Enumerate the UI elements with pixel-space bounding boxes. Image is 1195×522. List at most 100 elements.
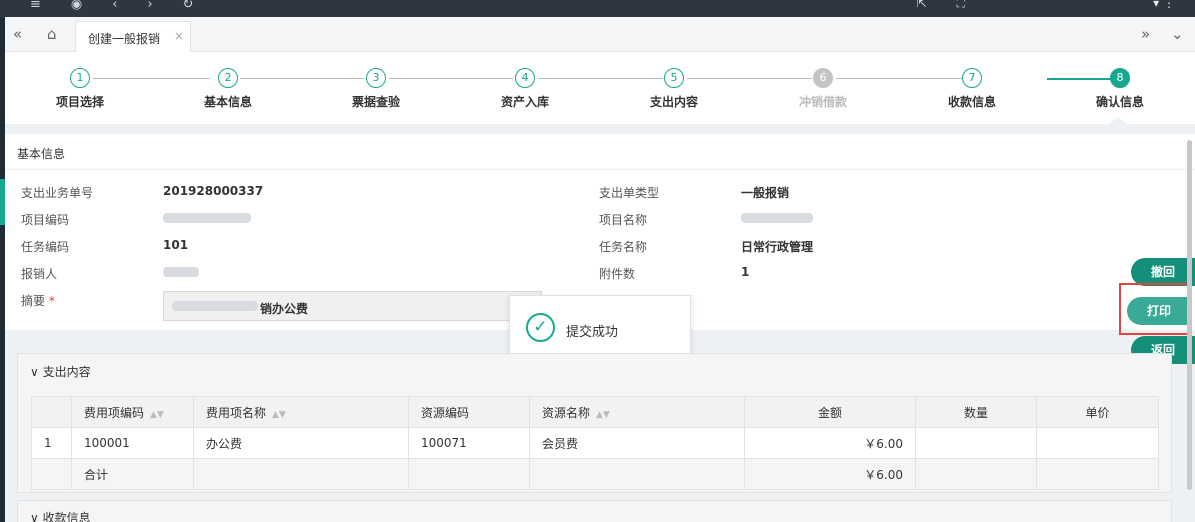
total-blank bbox=[193, 458, 409, 490]
step-label: 票据查验 bbox=[351, 95, 400, 109]
expense-section-header[interactable]: ∨ 支出内容 bbox=[30, 363, 91, 380]
tab-label: 创建一般报销 bbox=[88, 32, 161, 46]
task-name-value: 日常行政管理 bbox=[741, 240, 814, 254]
step-2[interactable]: 2 基本信息 bbox=[178, 68, 278, 110]
field-label: 项目名称 bbox=[599, 213, 648, 227]
cell-res-name: 会员费 bbox=[529, 427, 745, 459]
vertical-scrollbar[interactable] bbox=[1187, 140, 1192, 490]
revoke-button[interactable]: 撤回 bbox=[1131, 258, 1195, 286]
step-number: 3 bbox=[366, 68, 386, 88]
sort-icon[interactable]: ▲▼ bbox=[596, 410, 610, 420]
field-label: 项目编码 bbox=[21, 213, 70, 227]
step-7[interactable]: 7 收款信息 bbox=[922, 68, 1022, 110]
print-button[interactable]: 打印 bbox=[1127, 297, 1191, 325]
step-4[interactable]: 4 资产入库 bbox=[475, 68, 575, 110]
step-6: 6 冲销借款 bbox=[773, 68, 873, 110]
section-header: 基本信息 bbox=[5, 134, 1195, 170]
step-wizard: 1 项目选择 2 基本信息 3 票据查验 4 资产入库 5 支出内容 6 冲销借… bbox=[5, 52, 1195, 124]
tab-create-reimbursement[interactable]: 创建一般报销 × bbox=[75, 21, 191, 52]
column-header-label: 单价 bbox=[1085, 405, 1110, 420]
top-nav-icons[interactable]: ≡◉‹›↻ bbox=[30, 0, 224, 12]
step-number: 5 bbox=[664, 68, 684, 88]
column-header[interactable]: 费用项名称 ▲▼ bbox=[193, 396, 409, 428]
memo-label: 摘要 bbox=[21, 294, 46, 308]
cell-amount: ￥6.00 bbox=[744, 427, 916, 459]
step-label: 项目选择 bbox=[55, 95, 104, 109]
step-8[interactable]: 8 确认信息 bbox=[1070, 68, 1170, 110]
home-icon[interactable]: ⌂ bbox=[47, 25, 57, 43]
total-blank bbox=[915, 458, 1037, 490]
chevron-down-icon[interactable]: ⌄ bbox=[1171, 25, 1184, 43]
step-number: 4 bbox=[515, 68, 535, 88]
sort-icon[interactable]: ▲▼ bbox=[150, 410, 164, 420]
step-label: 冲销借款 bbox=[798, 95, 847, 109]
column-header-label: 费用项编码 bbox=[84, 405, 145, 420]
field-label: 报销人 bbox=[21, 267, 58, 281]
field-label: 摘要 * bbox=[21, 292, 55, 309]
collapse-left-icon[interactable]: « bbox=[13, 25, 22, 43]
success-toast: ✓ 提交成功 bbox=[509, 295, 691, 360]
table-header-row: 费用项编码 ▲▼ 费用项名称 ▲▼ 资源编码 资源名称 ▲▼ 金额 数量 单价 bbox=[31, 396, 1159, 428]
total-blank bbox=[1036, 458, 1159, 490]
step-3[interactable]: 3 票据查验 bbox=[326, 68, 426, 110]
redacted-value bbox=[163, 213, 251, 223]
table-row[interactable]: 1 100001 办公费 100071 会员费 ￥6.00 bbox=[31, 427, 1159, 459]
expense-table: 费用项编码 ▲▼ 费用项名称 ▲▼ 资源编码 资源名称 ▲▼ 金额 数量 单价 1 1… bbox=[31, 396, 1159, 490]
row-index: 1 bbox=[31, 427, 72, 459]
column-header: 金额 bbox=[744, 396, 916, 428]
column-header-label: 金额 bbox=[817, 405, 842, 420]
field-label: 支出业务单号 bbox=[21, 186, 94, 200]
redacted-value bbox=[741, 213, 813, 223]
field-label: 附件数 bbox=[599, 267, 636, 281]
scroll-right-icon[interactable]: » bbox=[1141, 25, 1150, 43]
payee-section: ∨ 收款信息 bbox=[17, 500, 1172, 522]
required-mark: * bbox=[48, 294, 55, 308]
task-code-value: 101 bbox=[163, 238, 189, 252]
total-blank bbox=[31, 458, 72, 490]
sort-icon[interactable]: ▲▼ bbox=[272, 410, 286, 420]
payee-section-header[interactable]: ∨ 收款信息 bbox=[30, 509, 91, 522]
section-title: 收款信息 bbox=[42, 511, 91, 522]
check-circle-icon: ✓ bbox=[526, 313, 555, 342]
step-label: 支出内容 bbox=[649, 95, 698, 109]
chevron-down-icon: ∨ bbox=[30, 365, 39, 379]
step-label: 确认信息 bbox=[1095, 95, 1144, 109]
chevron-down-icon: ∨ bbox=[30, 511, 39, 522]
field-label: 任务编码 bbox=[21, 240, 70, 254]
total-blank bbox=[408, 458, 530, 490]
table-total-row: 合计 ￥6.00 bbox=[31, 458, 1159, 490]
user-menu[interactable]: ▾ ⋮ bbox=[1153, 0, 1175, 10]
doc-number-value: 201928000337 bbox=[163, 184, 264, 198]
attachment-count-value: 1 bbox=[741, 265, 750, 279]
step-1[interactable]: 1 项目选择 bbox=[30, 68, 130, 110]
top-right-icons[interactable]: ⇱⛶ bbox=[917, 0, 995, 11]
section-title: 支出内容 bbox=[42, 365, 91, 379]
cell-res-code: 100071 bbox=[408, 427, 530, 459]
close-icon[interactable]: × bbox=[174, 29, 184, 43]
cell-qty bbox=[915, 427, 1037, 459]
column-header[interactable]: 费用项编码 ▲▼ bbox=[71, 396, 194, 428]
column-header-label: 资源名称 bbox=[542, 405, 591, 420]
step-5[interactable]: 5 支出内容 bbox=[624, 68, 724, 110]
redacted-value bbox=[172, 301, 258, 311]
total-label: 合计 bbox=[71, 458, 194, 490]
cell-price bbox=[1036, 427, 1159, 459]
toast-message: 提交成功 bbox=[566, 325, 619, 340]
tab-bar: « ⌂ 创建一般报销 × » ⌄ bbox=[5, 17, 1195, 52]
column-header-label: 资源编码 bbox=[421, 405, 470, 420]
step-label: 收款信息 bbox=[947, 95, 996, 109]
cell-name: 办公费 bbox=[193, 427, 409, 459]
memo-field[interactable]: 销办公费 bbox=[163, 291, 542, 321]
column-header-label: 数量 bbox=[963, 405, 988, 420]
column-header[interactable]: 资源名称 ▲▼ bbox=[529, 396, 745, 428]
type-value: 一般报销 bbox=[741, 186, 790, 200]
active-step-pointer bbox=[1109, 117, 1127, 124]
step-number: 1 bbox=[70, 68, 90, 88]
redacted-value bbox=[163, 267, 199, 277]
column-header: 资源编码 bbox=[408, 396, 530, 428]
column-header: 单价 bbox=[1036, 396, 1159, 428]
field-label: 任务名称 bbox=[599, 240, 648, 254]
column-header-index bbox=[31, 396, 72, 428]
step-label: 资产入库 bbox=[500, 95, 549, 109]
step-number: 7 bbox=[962, 68, 982, 88]
